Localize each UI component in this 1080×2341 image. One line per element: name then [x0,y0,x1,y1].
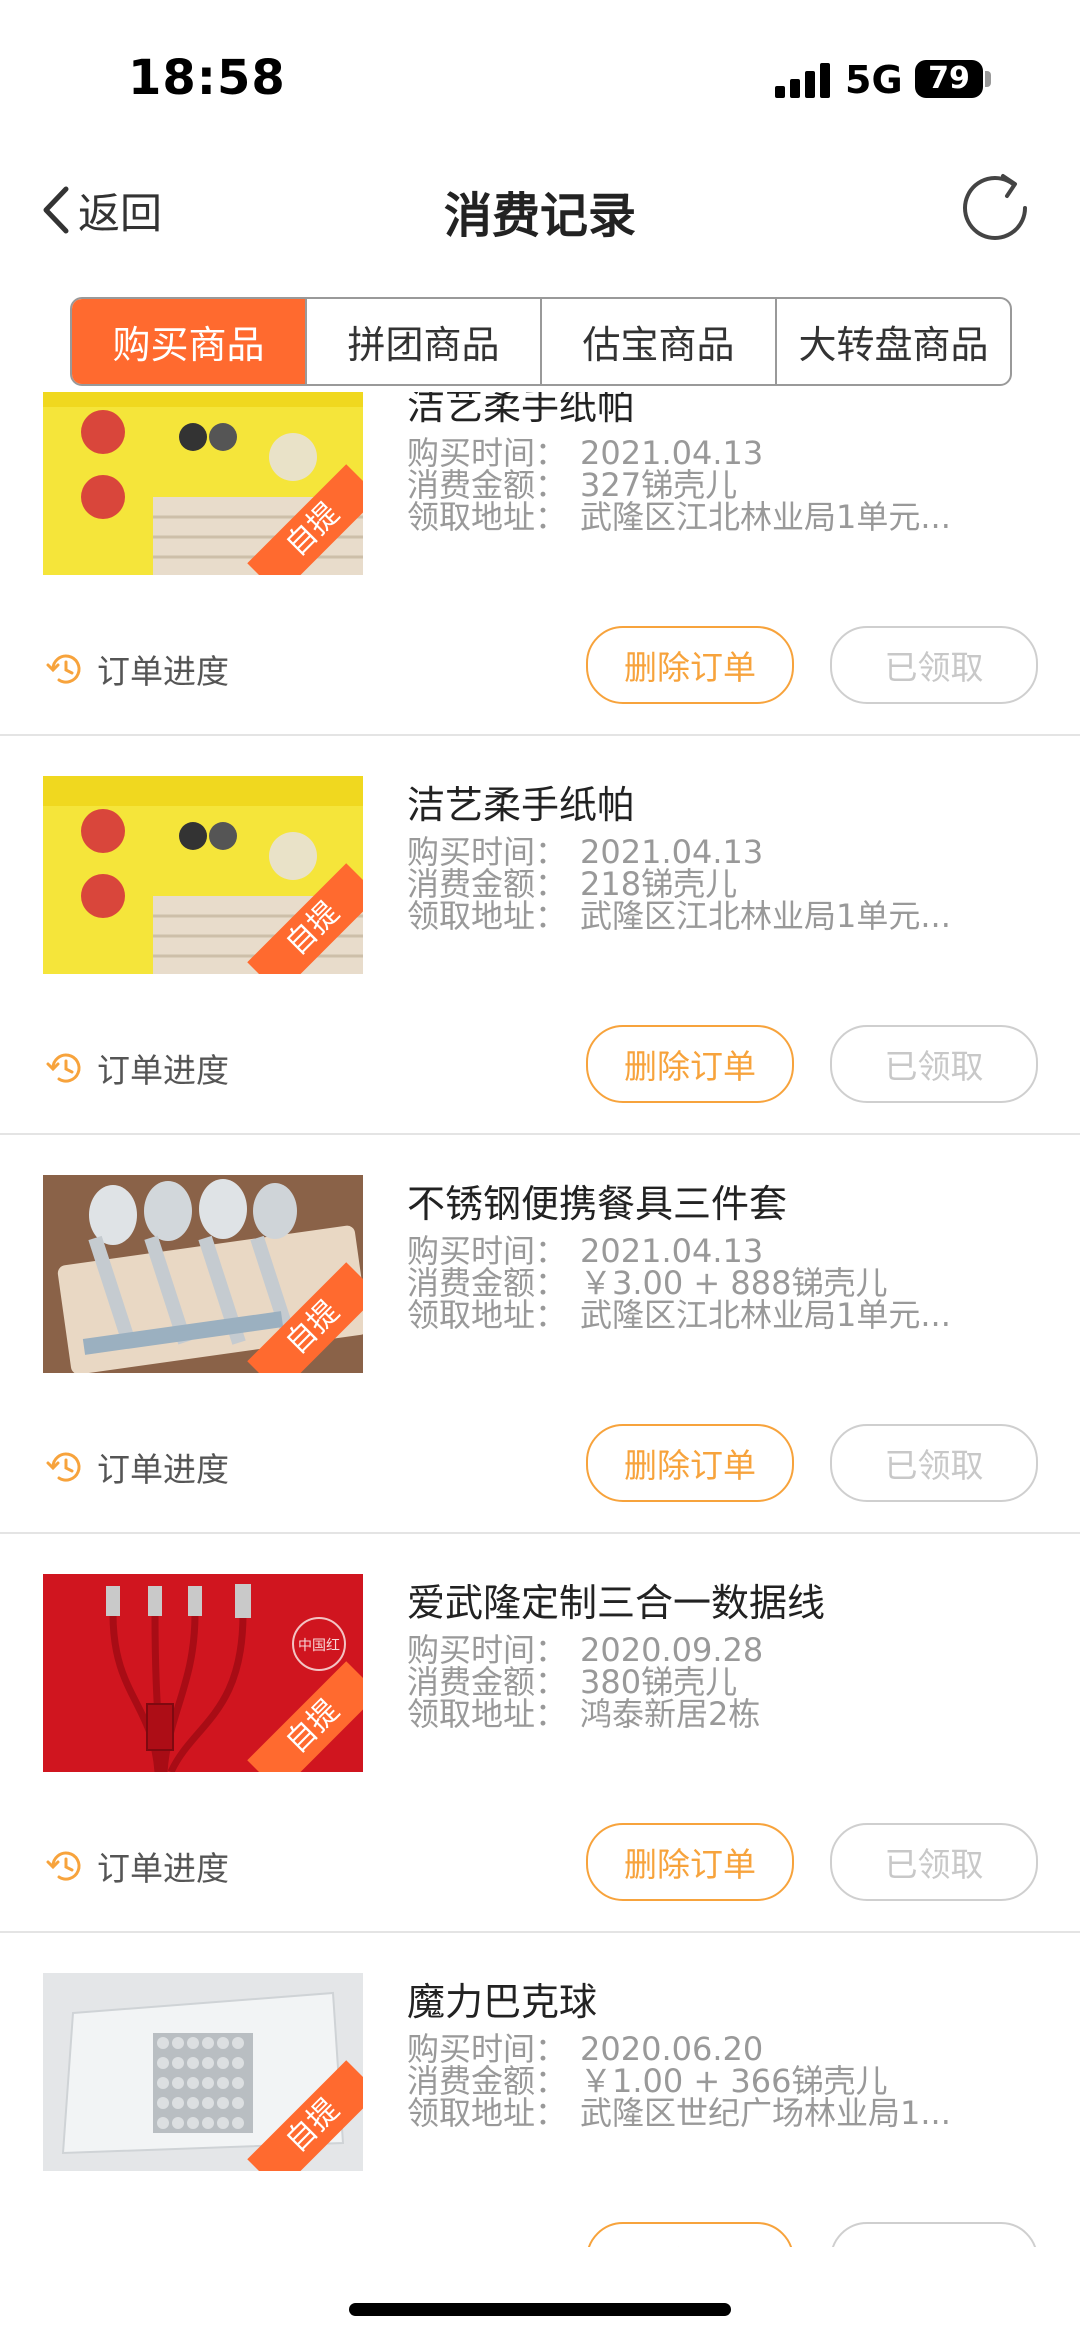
battery-cap [985,71,991,87]
cutlery-set-image: 自提 [43,1175,363,1373]
claimed-button: 已领取 [830,1424,1038,1502]
amount-label: 消费金额： [407,1663,568,1701]
address: 鸿泰新居2栋 [580,1698,761,1730]
address: 武隆区江北林业局1单元... [580,501,951,533]
amount: 327锑壳儿 [580,469,738,501]
delete-order-button[interactable]: 删除订单 [586,626,794,704]
magnetic-balls-image: 自提 [43,1973,363,2171]
progress-label: 订单进度 [97,1450,229,1489]
chevron-left-icon [43,186,69,234]
item-info: 购买时间： 2020.06.20 消费金额： ￥1.00 + 366锑壳儿 领取地址… [407,2033,1007,2129]
order-progress-link[interactable]: 订单进度 [45,1443,229,1491]
status-bar: 18:58 5G 79 [0,0,1080,150]
amount-label: 消费金额： [407,865,568,903]
amount: 380锑壳儿 [580,1666,738,1698]
back-label: 返回 [78,188,163,238]
purchase-time: 2021.04.13 [580,1235,764,1267]
claimed-button: 已领取 [830,626,1038,704]
purchase-time: 2020.06.20 [580,2033,764,2065]
claimed-button: 已领取 [830,1823,1038,1901]
tab-purchase[interactable]: 购买商品 [72,299,305,384]
amount-label: 消费金额： [407,1264,568,1302]
purchase-time-label: 购买时间： [407,2030,568,2068]
history-clock-icon [45,2245,85,2247]
amount: ￥3.00 + 888锑壳儿 [580,1267,888,1299]
item-info: 购买时间： 2021.04.13 消费金额： 218锑壳儿 领取地址： 武隆区江北林业… [407,836,1007,932]
progress-label: 订单进度 [97,652,229,691]
refresh-icon[interactable] [955,166,1039,250]
claimed-button: 已领取 [830,2222,1038,2247]
purchase-time-label: 购买时间： [407,1232,568,1270]
tab-wheel[interactable]: 大转盘商品 [775,299,1010,384]
purchase-time-label: 购买时间： [407,434,568,472]
status-time: 18:58 [128,50,286,106]
amount-label: 消费金额： [407,2062,568,2100]
order-progress-link[interactable]: 订单进度 [45,1044,229,1092]
tab-group-buy[interactable]: 拼团商品 [305,299,540,384]
item-title: 魔力巴克球 [407,1980,598,2024]
order-progress-link[interactable]: 订单进度 [45,1842,229,1890]
item-info: 购买时间： 2020.09.28 消费金额： 380锑壳儿 领取地址： 鸿泰新居2栋 [407,1634,1007,1730]
amount-label: 消费金额： [407,466,568,504]
purchase-time: 2021.04.13 [580,836,764,868]
address-label: 领取地址： [407,1695,568,1733]
order-item: 自提 洁艺柔手纸帕 购买时间： 2021.04.13 消费金额： 218锑壳儿 领取… [0,736,1080,1135]
progress-label: 订单进度 [97,2241,229,2247]
address-label: 领取地址： [407,498,568,536]
address: 武隆区江北林业局1单元... [580,1299,951,1331]
delete-order-button[interactable]: 删除订单 [586,1823,794,1901]
order-progress-link[interactable]: 订单进度 [45,2241,229,2247]
order-item: 自提 魔力巴克球 购买时间： 2020.06.20 消费金额： ￥1.00 + 36… [0,1933,1080,2247]
history-clock-icon [46,654,81,684]
item-info: 购买时间： 2021.04.13 消费金额： ￥3.00 + 888锑壳儿 领取地址… [407,1235,1007,1331]
item-title: 洁艺柔手纸帕 [407,392,636,428]
tissue-pack-image: 自提 [43,776,363,974]
address-label: 领取地址： [407,897,568,935]
order-item: 中国红 自提 爱武隆定制三合一数据线 购买时间： 2020.09.28 消费金额：… [0,1534,1080,1933]
purchase-time-label: 购买时间： [407,1631,568,1669]
purchase-time-label: 购买时间： [407,833,568,871]
history-clock-icon [46,1851,81,1881]
back-button[interactable]: 返回 [40,180,162,240]
order-item: 自提 洁艺柔手纸帕 购买时间： 2021.04.13 消费金额： 327锑壳儿 领取… [0,392,1080,736]
address: 武隆区世纪广场林业局1... [580,2097,951,2129]
item-title: 爱武隆定制三合一数据线 [407,1581,826,1625]
delete-order-button[interactable]: 删除订单 [586,1025,794,1103]
data-cable-image: 中国红 自提 [43,1574,363,1772]
delete-order-button[interactable]: 删除订单 [586,1424,794,1502]
item-info: 购买时间： 2021.04.13 消费金额： 327锑壳儿 领取地址： 武隆区江北林业… [407,437,1007,533]
order-item: 自提 不锈钢便携餐具三件套 购买时间： 2021.04.13 消费金额： ￥3.00… [0,1135,1080,1534]
delete-order-button[interactable]: 删除订单 [586,2222,794,2247]
item-title: 不锈钢便携餐具三件套 [407,1182,788,1226]
tissue-pack-image: 自提 [43,392,363,575]
amount: ￥1.00 + 366锑壳儿 [580,2065,888,2097]
home-indicator[interactable] [349,2303,731,2316]
purchase-time: 2020.09.28 [580,1634,764,1666]
progress-label: 订单进度 [97,1849,229,1888]
item-title: 洁艺柔手纸帕 [407,783,636,827]
purchase-time: 2021.04.13 [580,437,764,469]
battery-icon: 79 [915,60,983,98]
order-list[interactable]: 自提 洁艺柔手纸帕 购买时间： 2021.04.13 消费金额： 327锑壳儿 领取… [0,392,1080,2247]
address-label: 领取地址： [407,2094,568,2132]
network-type: 5G [845,58,903,102]
signal-icon [775,62,831,98]
category-tabs: 购买商品 拼团商品 估宝商品 大转盘商品 [70,297,1012,386]
address-label: 领取地址： [407,1296,568,1334]
history-clock-icon [46,1053,81,1083]
history-clock-icon [46,1452,81,1482]
amount: 218锑壳儿 [580,868,738,900]
order-progress-link[interactable]: 订单进度 [45,645,229,693]
claimed-button: 已领取 [830,1025,1038,1103]
tab-treasure[interactable]: 估宝商品 [540,299,775,384]
svg-text:中国红: 中国红 [298,1638,340,1654]
address: 武隆区江北林业局1单元... [580,900,951,932]
progress-label: 订单进度 [97,1051,229,1090]
nav-bar: 返回 消费记录 [0,150,1080,265]
